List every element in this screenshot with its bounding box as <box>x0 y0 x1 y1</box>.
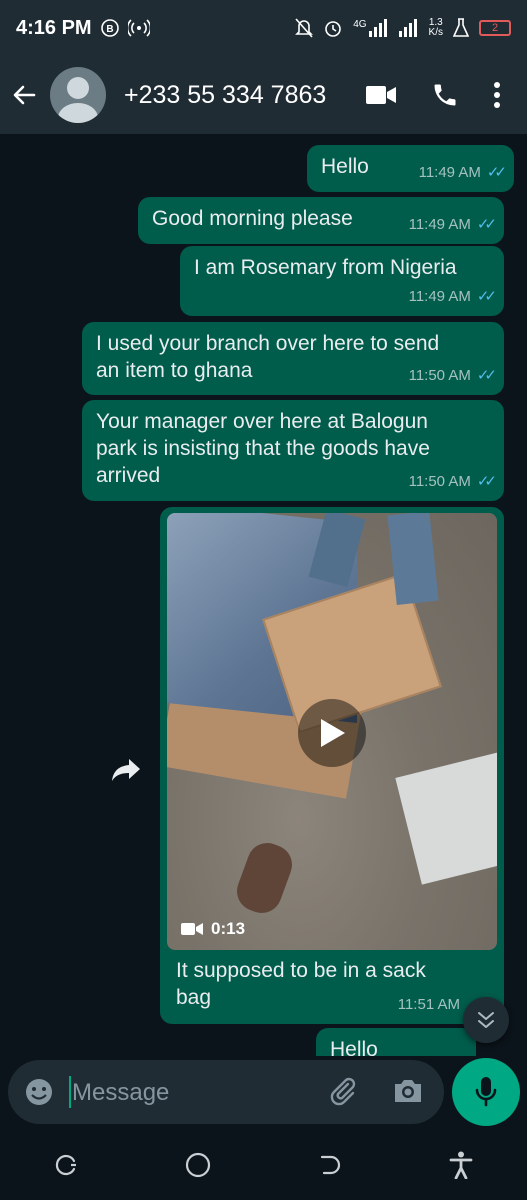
message-bubble[interactable]: Your manager over here at Balogun park i… <box>82 400 504 501</box>
read-ticks-icon: ✓✓ <box>476 473 497 490</box>
network-type: 4G <box>353 19 367 30</box>
video-call-icon[interactable] <box>365 84 397 106</box>
scroll-to-bottom-button[interactable] <box>463 997 509 1043</box>
message-time: 11:49 AM <box>408 216 471 233</box>
forward-icon <box>112 759 140 781</box>
status-time: 4:16 PM <box>16 16 92 39</box>
chat-area[interactable]: Hello 11:49 AM ✓✓ Good morning please 11… <box>0 134 527 1056</box>
alarm-icon <box>323 18 343 38</box>
message-time: 11:50 AM <box>408 473 471 490</box>
video-thumbnail[interactable]: 0:13 <box>167 513 497 950</box>
more-options-icon[interactable] <box>493 82 501 108</box>
flask-icon <box>453 18 469 38</box>
microphone-icon <box>475 1077 497 1107</box>
video-duration: 0:13 <box>181 915 245 942</box>
play-button[interactable] <box>298 699 366 767</box>
message-input-container[interactable] <box>8 1060 444 1124</box>
play-icon <box>321 719 345 747</box>
back-nav-icon[interactable] <box>318 1153 342 1177</box>
avatar[interactable] <box>50 67 106 123</box>
message-meta: 11:49 AM ✓✓ <box>418 159 507 186</box>
message-bubble[interactable]: Good morning please 11:49 AM ✓✓ <box>138 197 504 244</box>
mute-icon <box>295 18 314 38</box>
read-ticks-icon: ✓✓ <box>476 288 497 305</box>
status-bar: 4:16 PM B 4G 1.3 K/s 2 <box>0 0 527 56</box>
net-speed-unit: K/s <box>428 27 443 38</box>
message-time: 11:50 AM <box>408 367 471 384</box>
signal-icon <box>398 19 419 37</box>
message-meta: 11:49 AM ✓✓ <box>408 283 497 310</box>
forward-button[interactable] <box>108 752 144 788</box>
video-message[interactable]: 0:13 It supposed to be in a sack bag 11:… <box>160 507 504 1024</box>
message-input[interactable] <box>70 1072 314 1114</box>
voice-record-button[interactable] <box>452 1058 520 1126</box>
message-meta: 11:49 AM ✓✓ <box>408 211 497 238</box>
message-text: Hello <box>330 1038 378 1056</box>
read-ticks-icon: ✓✓ <box>476 216 497 233</box>
emoji-icon[interactable] <box>24 1077 54 1107</box>
net-speed: 1.3 K/s <box>429 18 443 38</box>
message-bubble[interactable]: I used your branch over here to send an … <box>82 322 504 395</box>
message-text: I used your branch over here to send an … <box>96 332 440 382</box>
video-duration-text: 0:13 <box>211 919 246 938</box>
read-ticks-icon: ✓✓ <box>476 367 497 384</box>
accessibility-icon[interactable] <box>449 1151 473 1179</box>
hotspot-icon <box>127 19 150 37</box>
message-text: Hello <box>321 155 369 178</box>
composer <box>0 1056 527 1130</box>
b-badge-icon: B <box>100 18 120 38</box>
video-camera-icon <box>181 922 203 935</box>
back-arrow-icon[interactable] <box>10 81 38 109</box>
signal-icon: 4G <box>353 19 388 37</box>
message-time: 11:49 AM <box>408 288 471 305</box>
read-ticks-icon: ✓✓ <box>486 164 507 181</box>
double-chevron-down-icon <box>478 1012 494 1028</box>
message-meta: 11:50 AM ✓✓ <box>408 362 497 389</box>
message-time: 11:49 AM <box>418 164 481 181</box>
message-bubble[interactable]: Hello 11:49 AM ✓✓ <box>307 145 514 192</box>
message-bubble[interactable]: Hello <box>316 1028 476 1056</box>
message-text: I am Rosemary from Nigeria <box>194 256 457 279</box>
svg-text:B: B <box>106 24 113 35</box>
message-bubble[interactable]: I am Rosemary from Nigeria 11:49 AM ✓✓ <box>180 246 504 316</box>
chat-header: +233 55 334 7863 <box>0 56 527 134</box>
attachment-icon[interactable] <box>328 1076 360 1108</box>
message-meta: 11:51 AM <box>398 991 460 1018</box>
battery-level: 2 <box>491 22 499 34</box>
message-time: 11:51 AM <box>397 996 460 1013</box>
message-text: It supposed to be in a sack bag <box>176 959 426 1009</box>
camera-icon[interactable] <box>392 1077 424 1105</box>
contact-name[interactable]: +233 55 334 7863 <box>124 81 326 110</box>
message-text: Your manager over here at Balogun park i… <box>96 410 430 487</box>
recent-apps-icon[interactable] <box>54 1153 78 1177</box>
message-meta: 11:50 AM ✓✓ <box>408 468 497 495</box>
message-text: Good morning please <box>152 207 353 230</box>
battery-indicator: 2 <box>479 20 511 36</box>
home-icon[interactable] <box>185 1152 211 1178</box>
system-navigation-bar <box>0 1130 527 1200</box>
voice-call-icon[interactable] <box>431 81 459 109</box>
